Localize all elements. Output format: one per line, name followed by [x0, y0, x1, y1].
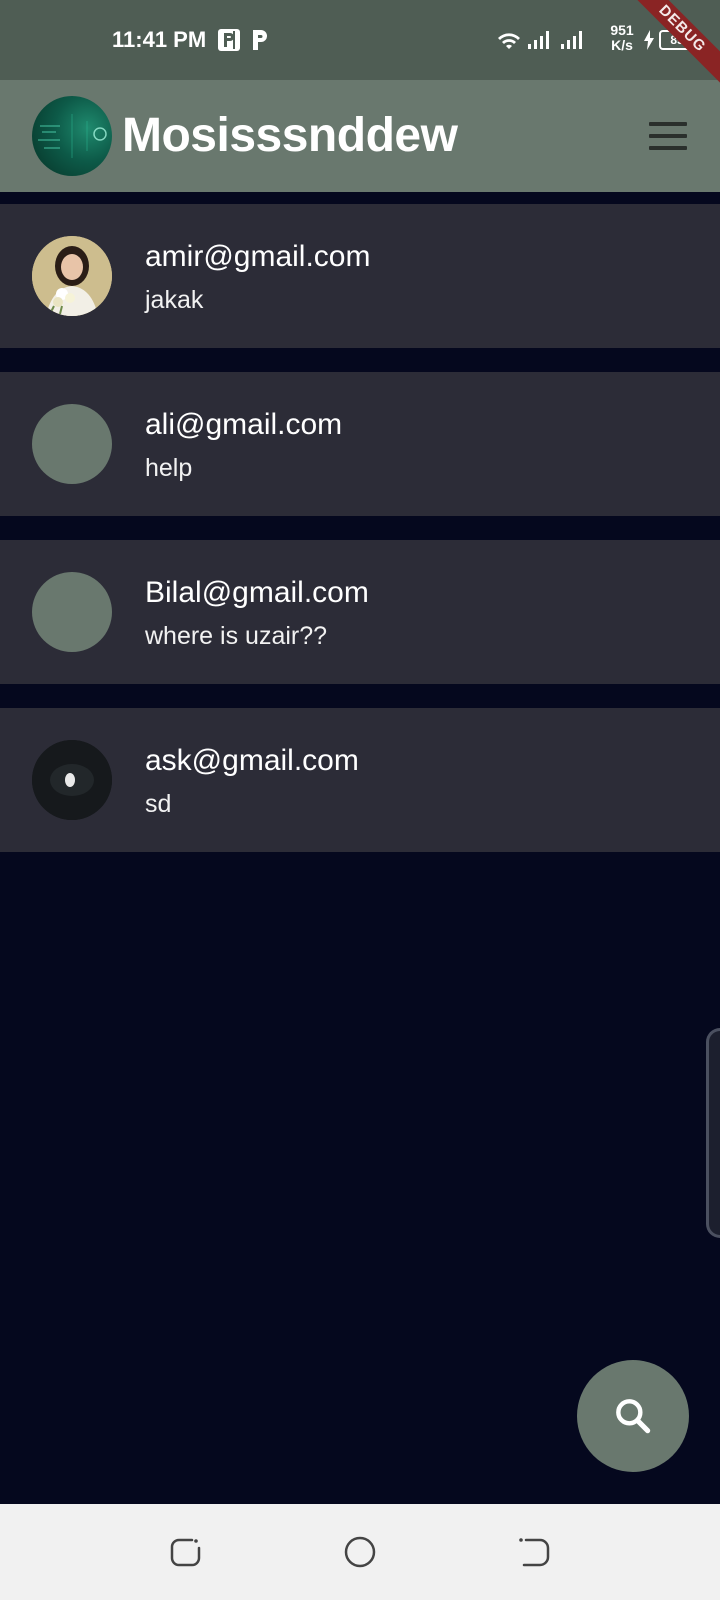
contact-email: amir@gmail.com: [145, 240, 371, 273]
system-navigation-bar: [0, 1504, 720, 1600]
last-message: jakak: [145, 286, 204, 314]
search-icon: [616, 1399, 651, 1434]
contact-email: ask@gmail.com: [145, 744, 359, 777]
app-bar: Mosisssnddew: [0, 80, 720, 192]
contact-avatar: [32, 740, 112, 820]
home-icon: [344, 1536, 376, 1568]
back-button[interactable]: [516, 1534, 552, 1570]
charging-icon: [643, 30, 655, 55]
back-icon: [519, 1538, 550, 1567]
status-bar: 11:41 PM 951 K/s: [0, 0, 720, 80]
signal-icon-2: [560, 30, 586, 55]
contact-avatar: [32, 572, 112, 652]
hamburger-menu-icon: [649, 122, 687, 126]
status-time: 11:41 PM: [112, 27, 207, 52]
menu-button[interactable]: [646, 120, 690, 152]
chat-list-item[interactable]: Bilal@gmail.com where is uzair??: [0, 540, 720, 684]
last-message: where is uzair??: [145, 622, 328, 650]
contact-avatar: [32, 404, 112, 484]
chat-list-item[interactable]: amir@gmail.com jakak: [0, 204, 720, 348]
network-speed-value: 951: [610, 22, 634, 38]
chat-list-item[interactable]: ask@gmail.com sd: [0, 708, 720, 852]
profile-avatar[interactable]: [32, 96, 112, 176]
signal-icon-1: [527, 30, 553, 55]
search-fab[interactable]: [577, 1360, 689, 1472]
chat-list-item[interactable]: ali@gmail.com help: [0, 372, 720, 516]
recent-apps-icon: [170, 1538, 201, 1567]
contact-avatar: [32, 236, 112, 316]
p-app-icon: [249, 28, 271, 52]
contact-email: ali@gmail.com: [145, 408, 343, 441]
edge-panel-handle[interactable]: [706, 1028, 720, 1238]
parking-app-icon: [217, 28, 241, 52]
contact-email: Bilal@gmail.com: [145, 576, 369, 609]
wifi-icon: [497, 31, 521, 56]
network-speed: 951 K/s: [605, 23, 639, 53]
last-message: sd: [145, 790, 172, 818]
home-button[interactable]: [342, 1534, 378, 1570]
last-message: help: [145, 454, 193, 482]
recent-apps-button[interactable]: [168, 1534, 204, 1570]
network-speed-unit: K/s: [611, 37, 633, 53]
app-title: Mosisssnddew: [122, 109, 458, 162]
